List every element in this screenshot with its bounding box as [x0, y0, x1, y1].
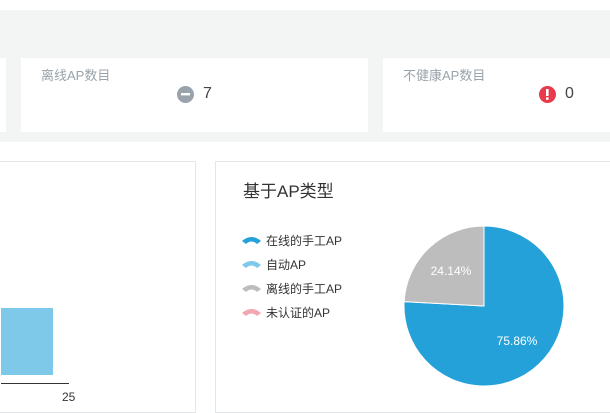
- legend-item-unauthenticated-ap[interactable]: 未认证的AP: [241, 300, 342, 324]
- unhealthy-ap-label: 不健康AP数目: [403, 68, 486, 83]
- offline-ap-count: 7: [203, 85, 212, 102]
- stats-band: 离线AP数目 7 不健康AP数目 0: [0, 10, 610, 142]
- legend-swatch-online-manual-ap: [242, 237, 261, 244]
- offline-ap-card[interactable]: 离线AP数目 7: [21, 58, 368, 132]
- legend-swatch-unauthenticated-ap: [242, 309, 261, 316]
- minus-circle-icon: [177, 85, 194, 103]
- offline-ap-value-row: 7: [177, 84, 212, 104]
- unhealthy-ap-count: 0: [565, 85, 574, 102]
- unhealthy-ap-value-row: 0: [539, 84, 574, 104]
- legend-item-online-manual-ap[interactable]: 在线的手工AP: [241, 228, 342, 252]
- x-axis-line: [1, 383, 69, 384]
- legend-label: 自动AP: [266, 257, 307, 272]
- unhealthy-ap-card[interactable]: 不健康AP数目 0: [383, 58, 610, 132]
- alert-circle-icon: [539, 85, 556, 103]
- stat-card-partial: [0, 58, 6, 132]
- legend-item-auto-ap[interactable]: 自动AP: [241, 252, 342, 276]
- bar-chart-panel: 25: [0, 161, 196, 413]
- legend-label: 离线的手工AP: [266, 281, 343, 296]
- pie-chart-title: 基于AP类型: [243, 182, 334, 201]
- legend-label: 在线的手工AP: [266, 233, 343, 248]
- legend-item-offline-manual-ap[interactable]: 离线的手工AP: [241, 276, 342, 300]
- legend-swatch-auto-ap: [242, 261, 261, 268]
- offline-ap-label: 离线AP数目: [41, 68, 111, 83]
- pie-slice-label-0: 75.86%: [497, 334, 538, 348]
- ap-type-pie-panel: 基于AP类型 在线的手工AP 自动AP 离线的手工AP 未认证的AP 75.86…: [215, 161, 610, 413]
- legend-swatch-offline-manual-ap: [242, 285, 261, 292]
- legend-label: 未认证的AP: [266, 305, 331, 320]
- pie-slice-label-2: 24.14%: [431, 264, 472, 278]
- ap-type-pie-chart[interactable]: 75.86% 24.14%: [401, 226, 571, 396]
- pie-legend: 在线的手工AP 自动AP 离线的手工AP 未认证的AP: [241, 228, 342, 324]
- bar-chart-bar[interactable]: [1, 308, 53, 375]
